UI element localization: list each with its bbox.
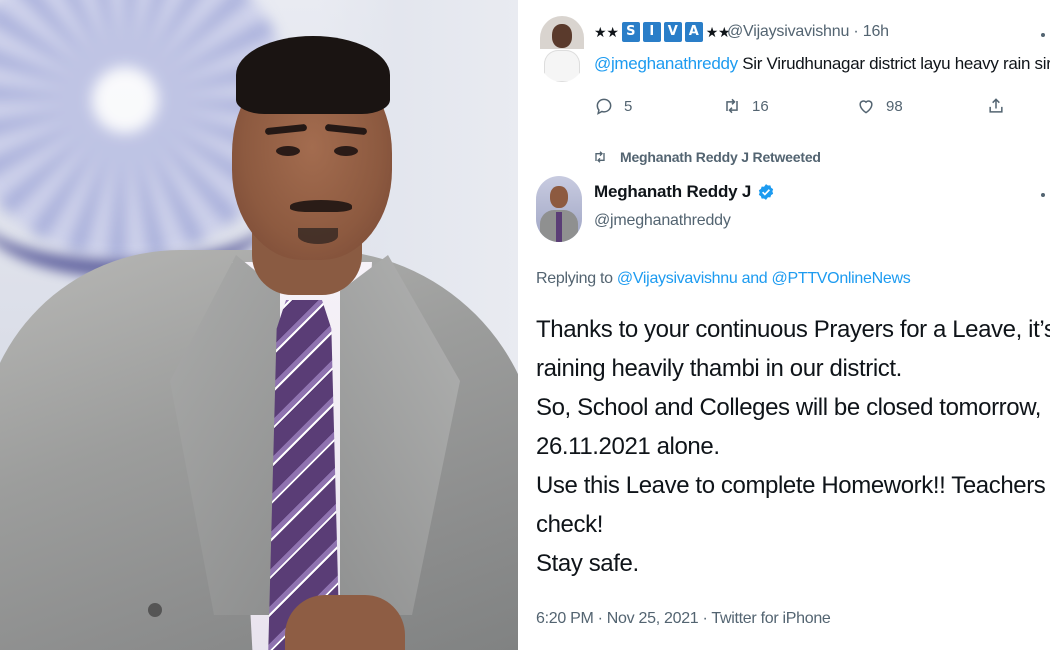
tweet2-display-name[interactable]: Meghanath Reddy J: [594, 182, 775, 202]
tweet2-line: check!: [536, 511, 603, 538]
retweet-icon: [726, 98, 738, 114]
reply-button[interactable]: 5: [594, 96, 632, 116]
avatar-face: [552, 24, 572, 48]
tweet1-body: Sir Virudhunagar district layu heavy rai…: [742, 54, 1050, 73]
heart-icon: [859, 100, 873, 114]
like-button[interactable]: 98: [856, 96, 903, 116]
name-letter: I: [642, 22, 661, 42]
replying-and: and: [737, 270, 772, 287]
reply-count: 5: [624, 97, 633, 115]
tweet1-mention-link[interactable]: @jmeghanathreddy: [594, 54, 738, 73]
more-dots-icon[interactable]: [1041, 33, 1045, 37]
retweeted-label[interactable]: Meghanath Reddy J Retweeted: [592, 149, 821, 165]
retweet-button[interactable]: 16: [722, 96, 769, 116]
tweet1-text: @jmeghanathreddy Sir Virudhunagar distri…: [594, 54, 1050, 74]
avatar-meghanath[interactable]: [536, 176, 582, 242]
replying-user-link[interactable]: @PTTVOnlineNews: [772, 270, 911, 287]
hand: [285, 595, 405, 650]
tweet2-name: Meghanath Reddy J: [594, 182, 752, 201]
tweet1-time[interactable]: · 16h: [853, 23, 889, 40]
avatar-face: [550, 186, 568, 208]
name-prefix-stars: ★★: [594, 23, 619, 40]
retweet-icon: [595, 151, 605, 163]
tweet1-display-name[interactable]: ★★ S I V A ★★: [594, 22, 731, 42]
tweet2-line: Thanks to your continuous Prayers for a …: [536, 316, 1050, 343]
eye-right: [334, 146, 358, 156]
mustache: [290, 200, 352, 212]
eye-left: [276, 146, 300, 156]
more-dots-icon[interactable]: [1041, 193, 1045, 197]
verified-badge-icon: [759, 184, 774, 200]
tweet2-line: So, School and Colleges will be closed t…: [536, 394, 1042, 421]
hair: [236, 36, 390, 114]
avatar-siva[interactable]: [540, 16, 584, 82]
retweet-count: 16: [752, 97, 769, 115]
tweet2-meta[interactable]: 6:20 PM · Nov 25, 2021 · Twitter for iPh…: [536, 610, 831, 628]
tweet1-handle-time: @Vijaysivavishnu · 16h: [727, 23, 889, 41]
tweet2-handle[interactable]: @jmeghanathreddy: [594, 212, 731, 230]
share-button[interactable]: [986, 96, 1006, 116]
profile-photo: [0, 0, 518, 650]
name-letter: A: [684, 22, 703, 42]
tweet2-line: Use this Leave to complete Homework!! Te…: [536, 472, 1050, 499]
avatar-torso: [544, 50, 580, 82]
retweeted-text: Meghanath Reddy J Retweeted: [620, 149, 821, 165]
tweet1-handle[interactable]: @Vijaysivavishnu: [727, 23, 849, 40]
share-icon: [989, 98, 1003, 113]
tweet2-line: Stay safe.: [536, 550, 639, 577]
tweet1-actions: 5 16 98: [594, 96, 1003, 122]
tweet2-body: Thanks to your continuous Prayers for a …: [536, 310, 1050, 583]
tweet2-line: 26.11.2021 alone.: [536, 433, 720, 460]
name-letter: S: [621, 22, 640, 42]
beard: [298, 228, 338, 244]
replying-prefix: Replying to: [536, 270, 617, 287]
reply-icon: [596, 98, 612, 115]
tweet2-line: raining heavily thambi in our district.: [536, 355, 902, 382]
like-count: 98: [886, 97, 903, 115]
name-letter: V: [663, 22, 682, 42]
avatar-tie: [556, 212, 562, 242]
tweet-panel: ★★ S I V A ★★ @Vijaysivavishnu · 16h @jm…: [518, 0, 1050, 650]
replying-to: Replying to @Vijaysivavishnu and @PTTVOn…: [536, 270, 911, 288]
replying-user-link[interactable]: @Vijaysivavishnu: [617, 270, 738, 287]
jacket-button: [148, 603, 162, 617]
